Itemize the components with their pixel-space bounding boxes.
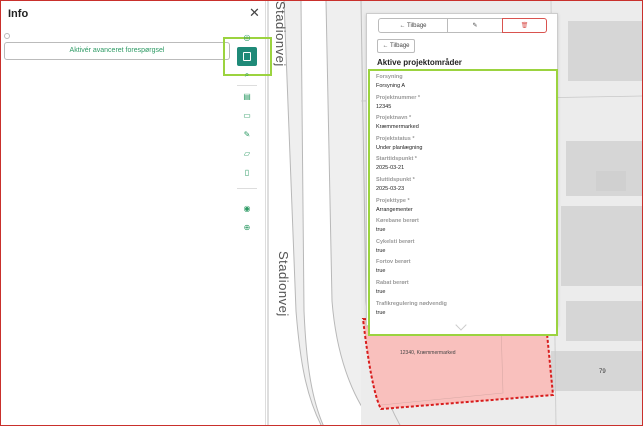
field-value: 2025-03-21 [376,165,405,172]
advanced-query-button[interactable]: Aktivér avanceret forespørgsel [4,42,230,60]
info-tool-button[interactable] [237,47,257,66]
house-number: 79 [599,369,606,375]
field-value: true [376,288,386,295]
field-label: Projektnummer * [376,94,421,101]
info-icon [243,52,251,61]
field-label: Projektstatus * [376,135,415,142]
globe-icon[interactable]: ⊕ [237,219,257,235]
back-tab-button[interactable]: ← Tilbage [378,18,448,33]
field-value: Forsyning A [376,83,406,89]
map-icon[interactable]: ▤ [237,88,257,104]
field-label: Sluttidspunkt * [376,176,415,183]
toolbar-divider [237,85,257,86]
field-projekttype: Projekttype * Arrangementer [376,197,550,218]
field-value: 12345 [376,103,392,110]
project-area-label: 12340, Kræmmermarked [400,350,456,356]
field-value: true [376,309,386,316]
field-label: Kørebane berørt [376,218,419,225]
field-fortov: Fortov berørt true [376,258,550,279]
document-icon[interactable]: ▯ [237,164,257,180]
pencil-icon: ✎ [472,23,478,29]
field-value: Arrangementer [376,206,413,213]
field-value: true [376,268,386,275]
app-window: Stadionvej Stadionvej 12340, Kræmmermark… [0,0,643,426]
help-icon[interactable] [4,33,10,39]
feature-info-popup: ← Tilbage ✎ 🗑 ← Tilbage Aktive projektom… [366,13,558,336]
field-label: Rabat berørt [376,279,409,286]
field-label: Trafikregulering nødvendig [376,300,447,307]
field-label: Projekttype * [376,197,410,204]
field-label: Fortov berørt [376,259,411,266]
layers-eye-icon[interactable]: ◎ [237,29,257,45]
field-label: Forsyning [376,74,403,80]
close-icon[interactable]: ✕ [249,6,260,19]
folder-icon[interactable]: ▱ [237,145,257,161]
search-zoom-icon[interactable]: ⌕ [237,67,257,83]
field-korebane: Kørebane berørt true [376,217,550,238]
field-rabat: Rabat berørt true [376,279,550,300]
field-trafikregulering: Trafikregulering nødvendig true [376,300,550,321]
field-value: 2025-03-23 [376,185,405,192]
street-label-side: Stadionvej [276,251,291,317]
field-projektnavn: Projektnavn * Kræmmermarked [376,114,550,135]
back-button[interactable]: ← Tilbage [377,39,415,53]
field-value: Kræmmermarked [376,124,419,131]
field-value: true [376,247,386,254]
popup-title: Aktive projektområder [377,58,462,67]
field-label: Cykelsti berørt [376,238,415,245]
field-value: Under planlægning [376,144,423,151]
field-sluttidspunkt: Sluttidspunkt * 2025-03-23 [376,176,550,197]
panel-title: Info [8,8,29,20]
field-label: Projektnavn * [376,115,412,122]
field-cykelsti: Cykelsti berørt true [376,238,550,259]
field-value: true [376,227,386,234]
field-projektnummer: Projektnummer * 12345 [376,94,550,115]
trash-icon: 🗑 [520,23,529,29]
field-label: Starttidspunkt * [376,156,417,163]
print-icon[interactable]: ▭ [237,107,257,123]
field-forsyning: Forsyning Forsyning A [376,73,550,94]
street-label-top: Stadionvej [273,1,288,67]
attribute-list: Forsyning Forsyning A Projektnummer * 12… [368,69,558,336]
field-projektstatus: Projektstatus * Under planlægning [376,135,550,156]
delete-button[interactable]: 🗑 [502,18,547,33]
pencil-icon[interactable]: ✎ [237,126,257,142]
field-starttidspunkt: Starttidspunkt * 2025-03-21 [376,155,550,176]
toolbar-divider [237,188,257,189]
edit-button[interactable]: ✎ [448,18,502,33]
camera-icon[interactable]: ◉ [237,200,257,216]
